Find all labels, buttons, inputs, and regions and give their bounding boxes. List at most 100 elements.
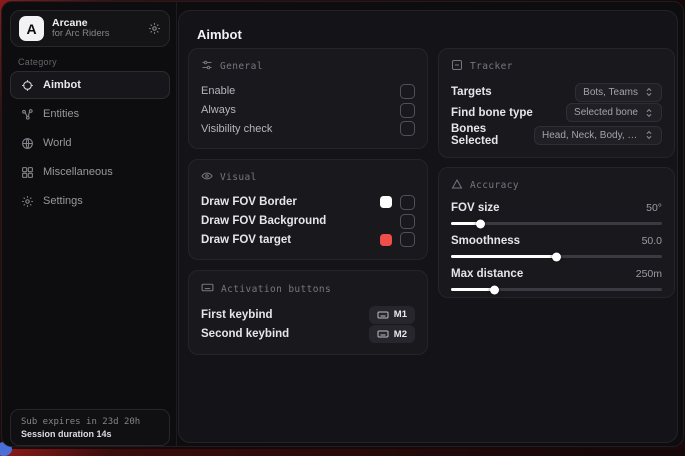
activation-card-title: Activation buttons [221, 284, 331, 295]
setting-label: Find bone type [451, 107, 533, 119]
sidebar-item-label: Entities [43, 108, 79, 120]
bones-selected-dropdown[interactable]: Head, Neck, Body, Fe... [534, 126, 662, 145]
setting-label: Visibility check [201, 123, 272, 135]
frame-icon [451, 59, 463, 74]
accuracy-card-header: Accuracy [451, 178, 662, 193]
always-checkbox[interactable] [400, 103, 415, 118]
slider-group-max-distance: Max distance 250m [451, 267, 662, 291]
color-swatch[interactable] [380, 234, 392, 246]
setting-row-draw-fov-background: Draw FOV Background [201, 212, 415, 231]
visual-card: Visual Draw FOV Border Draw FOV Backgrou… [188, 159, 428, 260]
setting-row-first-keybind: First keybind M1 [201, 305, 415, 325]
draw-fov-background-checkbox[interactable] [400, 214, 415, 229]
app-window: A Arcane for Arc Riders Category [1, 1, 684, 447]
max-distance-slider[interactable] [451, 288, 662, 291]
accuracy-card: Accuracy FOV size 50° Smoothness 50.0 [438, 167, 675, 298]
first-keybind-button[interactable]: M1 [369, 306, 415, 324]
slider-label: Max distance [451, 268, 523, 280]
fov-size-slider[interactable] [451, 222, 662, 225]
slider-fill [451, 255, 557, 258]
globe-icon [21, 137, 34, 150]
tracker-card-header: Tracker [451, 59, 662, 74]
dropdown-value: Selected bone [574, 107, 638, 118]
sidebar-item-aimbot[interactable]: Aimbot [10, 71, 170, 99]
page-title: Aimbot [197, 27, 242, 42]
accuracy-card-title: Accuracy [470, 180, 519, 191]
setting-label: Draw FOV target [201, 234, 291, 246]
setting-label: Draw FOV Background [201, 215, 326, 227]
general-card-header: General [201, 59, 415, 74]
app-subtitle: for Arc Riders [52, 29, 140, 40]
setting-row-visibility-check: Visibility check [201, 119, 415, 138]
setting-label: Always [201, 104, 236, 116]
setting-label: Bones Selected [451, 123, 534, 147]
second-keybind-button[interactable]: M2 [369, 325, 415, 343]
unfold-icon [644, 108, 654, 118]
unfold-icon [644, 87, 654, 97]
slider-value: 50° [646, 202, 662, 214]
sub-expiry-text: Sub expires in 23d 20h [21, 417, 159, 427]
sidebar-item-world[interactable]: World [10, 129, 170, 157]
gear-icon [21, 195, 34, 208]
draw-fov-border-checkbox[interactable] [400, 195, 415, 210]
slider-label: Smoothness [451, 235, 520, 247]
tracker-card: Tracker Targets Bots, Teams Find bone ty… [438, 48, 675, 158]
entities-icon [21, 108, 34, 121]
sidebar-item-label: Aimbot [43, 79, 81, 91]
main-panel: Aimbot General Enable Always Visibili [178, 10, 678, 443]
sidebar-item-entities[interactable]: Entities [10, 100, 170, 128]
dropdown-value: Bots, Teams [583, 87, 638, 98]
sliders-icon [201, 59, 213, 74]
setting-row-draw-fov-target: Draw FOV target [201, 230, 415, 249]
slider-value: 250m [636, 268, 662, 280]
sidebar-item-settings[interactable]: Settings [10, 187, 170, 215]
category-label: Category [18, 57, 57, 67]
draw-fov-target-checkbox[interactable] [400, 232, 415, 247]
setting-label: Targets [451, 86, 492, 98]
app-logo-card: A Arcane for Arc Riders [10, 10, 170, 47]
app-logo: A [19, 16, 44, 41]
sidebar: A Arcane for Arc Riders Category [2, 2, 177, 446]
find-bone-type-dropdown[interactable]: Selected bone [566, 103, 662, 122]
crosshair-icon [21, 79, 34, 92]
sidebar-item-label: Miscellaneous [43, 166, 113, 178]
gear-icon[interactable] [148, 22, 161, 35]
visibility-check-checkbox[interactable] [400, 121, 415, 136]
subscription-info-card: Sub expires in 23d 20h Session duration … [10, 409, 170, 446]
color-swatch[interactable] [380, 196, 392, 208]
keyboard-icon [201, 281, 214, 297]
visual-card-title: Visual [220, 172, 257, 183]
setting-row-enable: Enable [201, 82, 415, 101]
setting-row-second-keybind: Second keybind M2 [201, 325, 415, 345]
setting-label: Second keybind [201, 328, 289, 340]
session-duration-text: Session duration 14s [21, 429, 159, 439]
slider-value: 50.0 [642, 235, 662, 247]
setting-label: Draw FOV Border [201, 196, 297, 208]
activation-buttons-card: Activation buttons First keybind M1 Seco… [188, 270, 428, 355]
targets-dropdown[interactable]: Bots, Teams [575, 83, 662, 102]
visual-card-header: Visual [201, 170, 415, 185]
setting-label: First keybind [201, 309, 273, 321]
general-card: General Enable Always Visibility check [188, 48, 428, 149]
setting-row-bones-selected: Bones Selected Head, Neck, Body, Fe... [451, 123, 662, 147]
tracker-card-title: Tracker [470, 61, 513, 72]
unfold-icon [644, 130, 654, 140]
setting-row-always: Always [201, 101, 415, 120]
setting-row-targets: Targets Bots, Teams [451, 82, 662, 103]
category-nav: Aimbot Entities World [10, 71, 170, 215]
slider-label: FOV size [451, 202, 500, 214]
grid-icon [21, 166, 34, 179]
activation-card-header: Activation buttons [201, 281, 415, 297]
setting-label: Enable [201, 85, 235, 97]
eye-icon [201, 170, 213, 185]
setting-row-find-bone-type: Find bone type Selected bone [451, 103, 662, 124]
app-title-block: Arcane for Arc Riders [52, 17, 140, 40]
sidebar-item-label: Settings [43, 195, 83, 207]
smoothness-slider[interactable] [451, 255, 662, 258]
slider-fill [451, 222, 481, 225]
enable-checkbox[interactable] [400, 84, 415, 99]
keybind-value: M2 [394, 329, 407, 340]
dropdown-value: Head, Neck, Body, Fe... [542, 130, 638, 141]
sidebar-item-miscellaneous[interactable]: Miscellaneous [10, 158, 170, 186]
general-card-title: General [220, 61, 263, 72]
